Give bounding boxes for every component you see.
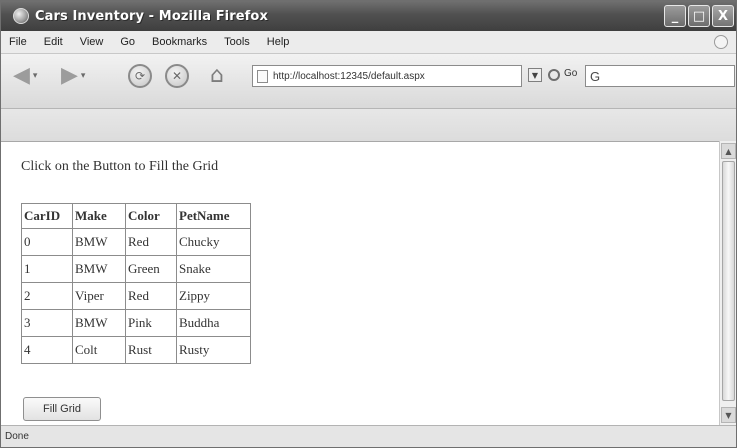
forward-button[interactable]: ▶ ▾ xyxy=(61,64,85,88)
menu-edit[interactable]: Edit xyxy=(44,36,63,48)
header-make: Make xyxy=(72,203,126,229)
browser-logo-icon xyxy=(13,8,29,24)
fill-grid-button[interactable]: Fill Grid xyxy=(23,397,101,421)
reload-icon[interactable]: ⟳ xyxy=(128,64,152,88)
cell-carid: 4 xyxy=(21,336,73,364)
home-icon[interactable]: ⌂ xyxy=(204,62,230,88)
cell-carid: 0 xyxy=(21,228,73,256)
menu-bookmarks[interactable]: Bookmarks xyxy=(152,36,207,48)
search-input[interactable]: G xyxy=(585,65,735,87)
cell-make: BMW xyxy=(72,309,126,337)
cell-petname: Snake xyxy=(176,255,251,283)
toolbar-spacer xyxy=(1,109,736,141)
cell-petname: Rusty xyxy=(176,336,251,364)
forward-arrow-icon: ▶ xyxy=(61,63,78,88)
cell-color: Green xyxy=(125,255,177,283)
navigation-toolbar: ◀ ▾ ▶ ▾ ⟳ ✕ ⌂ http://localhost:12345/def… xyxy=(1,53,736,109)
cell-petname: Chucky xyxy=(176,228,251,256)
page-icon xyxy=(257,69,268,83)
scroll-up-icon[interactable]: ▲ xyxy=(721,143,736,159)
menu-help[interactable]: Help xyxy=(267,36,290,48)
menu-tools[interactable]: Tools xyxy=(224,36,250,48)
table-row: 4 Colt Rust Rusty xyxy=(21,336,251,364)
table-row: 0 BMW Red Chucky xyxy=(21,228,251,256)
table-row: 1 BMW Green Snake xyxy=(21,255,251,283)
cell-carid: 2 xyxy=(21,282,73,310)
minimize-button[interactable]: _ xyxy=(664,5,686,27)
search-engine-icon: G xyxy=(590,68,601,84)
throbber-icon xyxy=(714,35,728,49)
status-bar: Done xyxy=(1,425,736,447)
scroll-down-icon[interactable]: ▼ xyxy=(721,407,736,423)
go-button[interactable]: Go xyxy=(564,68,577,79)
table-header-row: CarID Make Color PetName xyxy=(21,203,251,229)
header-petname: PetName xyxy=(176,203,251,229)
window-controls: _ □ X xyxy=(662,5,734,27)
table-row: 3 BMW Pink Buddha xyxy=(21,309,251,337)
cell-make: Viper xyxy=(72,282,126,310)
maximize-button[interactable]: □ xyxy=(688,5,710,27)
cell-petname: Buddha xyxy=(176,309,251,337)
back-dropdown-icon[interactable]: ▾ xyxy=(33,71,38,81)
instruction-text: Click on the Button to Fill the Grid xyxy=(21,159,219,174)
close-button[interactable]: X xyxy=(712,5,734,27)
cell-color: Pink xyxy=(125,309,177,337)
menu-go[interactable]: Go xyxy=(120,36,135,48)
window-title: Cars Inventory - Mozilla Firefox xyxy=(35,8,268,24)
menu-file[interactable]: File xyxy=(9,36,27,48)
go-icon[interactable] xyxy=(548,69,560,81)
vertical-scrollbar[interactable]: ▲ ▼ xyxy=(719,141,736,425)
address-dropdown-button[interactable]: ▼ xyxy=(528,68,542,82)
forward-dropdown-icon[interactable]: ▾ xyxy=(81,71,86,81)
cell-color: Red xyxy=(125,282,177,310)
cell-color: Rust xyxy=(125,336,177,364)
page-content: Click on the Button to Fill the Grid Car… xyxy=(1,141,721,425)
title-bar[interactable]: Cars Inventory - Mozilla Firefox _ □ X xyxy=(1,1,736,31)
cell-carid: 3 xyxy=(21,309,73,337)
stop-icon[interactable]: ✕ xyxy=(165,64,189,88)
cell-make: Colt xyxy=(72,336,126,364)
browser-window: Cars Inventory - Mozilla Firefox _ □ X F… xyxy=(0,0,737,448)
back-arrow-icon: ◀ xyxy=(13,63,30,88)
cars-grid: CarID Make Color PetName 0 BMW Red Chuck… xyxy=(21,203,251,364)
cell-make: BMW xyxy=(72,255,126,283)
address-url: http://localhost:12345/default.aspx xyxy=(273,70,425,82)
scroll-thumb[interactable] xyxy=(722,161,735,401)
status-text: Done xyxy=(5,431,29,442)
cell-color: Red xyxy=(125,228,177,256)
cell-petname: Zippy xyxy=(176,282,251,310)
menu-bar: File Edit View Go Bookmarks Tools Help xyxy=(1,31,736,53)
header-carid: CarID xyxy=(21,203,73,229)
address-bar[interactable]: http://localhost:12345/default.aspx xyxy=(252,65,522,87)
table-row: 2 Viper Red Zippy xyxy=(21,282,251,310)
header-color: Color xyxy=(125,203,177,229)
cell-carid: 1 xyxy=(21,255,73,283)
cell-make: BMW xyxy=(72,228,126,256)
back-button[interactable]: ◀ ▾ xyxy=(13,64,37,88)
menu-view[interactable]: View xyxy=(80,36,104,48)
